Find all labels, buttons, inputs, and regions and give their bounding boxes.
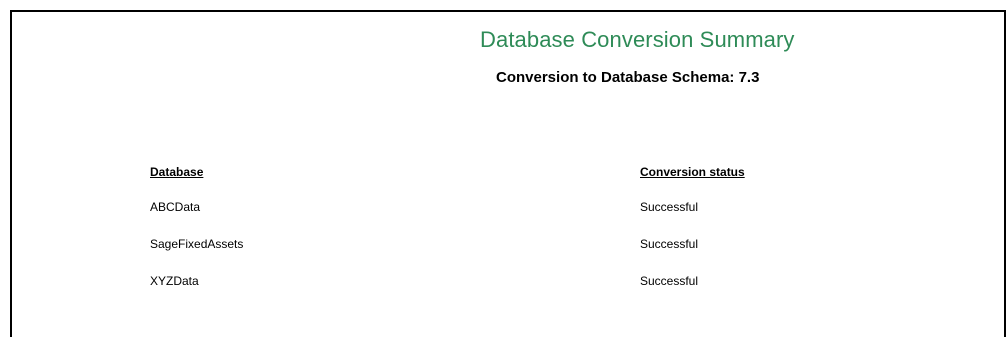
column-header-database: Database <box>150 165 204 179</box>
cell-conversion-status: Successful <box>640 274 699 288</box>
report-subtitle: Conversion to Database Schema: 7.3 <box>496 69 760 86</box>
report-title: Database Conversion Summary <box>480 27 795 52</box>
cell-conversion-status: Successful <box>640 200 699 214</box>
column-header-conversion-status: Conversion status <box>640 165 745 179</box>
cell-conversion-status: Successful <box>640 237 699 251</box>
cell-database: SageFixedAssets <box>150 237 244 251</box>
cell-database: ABCData <box>150 200 201 214</box>
cell-database: XYZData <box>150 274 199 288</box>
